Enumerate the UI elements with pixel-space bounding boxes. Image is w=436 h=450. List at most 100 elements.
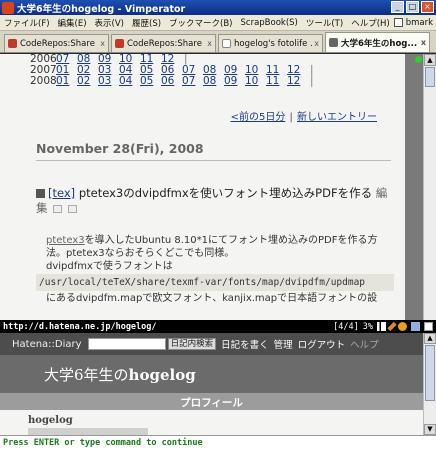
maximize-button[interactable]: □ [406, 1, 419, 13]
menu-tools[interactable]: ツール(T) [302, 17, 347, 29]
entry-body: ptetex3を導入したUbuntu 8.10*1にてフォント埋め込みのPDFを… [36, 234, 394, 305]
archive-month-link[interactable]: 01 [56, 76, 77, 87]
signal-icon [377, 322, 386, 331]
menu-bar: ファイル(F) 編集(E) 表示(V) 履歴(S) ブックマーク(B) Scra… [0, 15, 436, 31]
entry-para2: dvipdfmxで使うフォントは [46, 261, 173, 272]
truncated-text [28, 428, 148, 435]
lower-scrollbar[interactable]: ▲ ▼ [423, 333, 436, 435]
menu-view[interactable]: 表示(V) [91, 17, 128, 29]
menu-scrapbook[interactable]: ScrapBook(S) [237, 18, 302, 28]
tab-coderepos-2[interactable]: CodeRepos:Share ... x [111, 34, 216, 52]
bookmark-icon[interactable] [53, 205, 63, 213]
archive-row: 2008 01 02 03 04 05 06 07 08 09 10 11 12 | [30, 76, 314, 87]
entry-para1: を導入したUbuntu 8.10*1にてフォント埋め込みのPDFを作る方法。pt… [46, 235, 378, 259]
blog-title-banner: 大学6年生のhogelog [0, 355, 423, 393]
scroll-thumb[interactable] [425, 345, 435, 401]
addon-icon [398, 322, 407, 331]
menu-edit[interactable]: 編集(E) [54, 17, 91, 29]
status-url: http://d.hatena.ne.jp/hogelog/ [3, 321, 157, 332]
status-indicator-icon [415, 56, 422, 63]
bmark-label: bmark [405, 17, 434, 28]
menu-history[interactable]: 履歴(S) [128, 17, 165, 29]
tab-close-icon[interactable]: x [207, 39, 212, 48]
newer-entries-link[interactable]: 新しいエントリー [297, 112, 377, 123]
sidebar-user-heading[interactable]: hogelog [28, 415, 73, 426]
blog-page: 2006 07 08 09 10 11 12 | 2007 01 02 03 04 05 06 07 08 09 1… [0, 54, 405, 320]
lower-browser-pane[interactable]: Hatena::Diary 日記内検索 日記を書く 管理 ログアウト ヘルプ 大… [0, 333, 423, 435]
minimize-button[interactable]: _ [391, 1, 404, 13]
archive-month-link[interactable]: 06 [161, 76, 182, 87]
load-progress: 3% [362, 321, 373, 332]
scroll-up-arrow-icon[interactable]: ▲ [424, 54, 436, 66]
blog-title[interactable]: 大学6年生のhogelog [44, 364, 196, 385]
entry-date-heading: November 28(Fri), 2008 [36, 141, 391, 161]
archive-year: 2008 [30, 75, 57, 87]
hatena-favicon-icon [329, 38, 338, 47]
sidebar-area: hogelog [0, 410, 423, 435]
share-icon[interactable] [67, 205, 77, 213]
tab-hogelog[interactable]: 大学6年生のhog... x [325, 32, 430, 52]
hatena-links: 日記を書く 管理 ログアウト ヘルプ [221, 337, 379, 351]
coderepos-favicon-icon [8, 39, 17, 48]
entry-para3: にあるdvipdfm.mapで欧文フォント、kanjix.mapで日本語フォント… [46, 293, 378, 304]
scroll-thumb[interactable] [425, 67, 435, 87]
coderepos-favicon-icon [115, 39, 124, 48]
bmark-menu[interactable]: bmark [393, 17, 436, 28]
menu-bookmarks[interactable]: ブックマーク(B) [165, 17, 236, 29]
monthly-archive: 2006 07 08 09 10 11 12 | 2007 01 02 03 04 05 06 07 08 09 1… [30, 54, 314, 87]
prev-days-link[interactable]: <前の5日分 [231, 112, 286, 123]
square-bullet-icon [36, 189, 45, 198]
window-controls: _ □ × [391, 1, 434, 13]
hatena-toolbar: Hatena::Diary 日記内検索 日記を書く 管理 ログアウト ヘルプ [0, 333, 423, 355]
archive-month-link[interactable]: 05 [140, 76, 161, 87]
tab-close-icon[interactable]: x [314, 39, 319, 48]
window-title: 大学6年生のhogelog - Vimperator [17, 3, 186, 15]
archive-separator: | [310, 75, 314, 87]
archive-month-link[interactable]: 02 [77, 76, 98, 87]
help-link[interactable]: ヘルプ [350, 337, 379, 351]
archive-month-link[interactable]: 07 [182, 76, 203, 87]
archive-month-link[interactable]: 11 [266, 76, 287, 87]
bookmark-icon [393, 18, 403, 27]
diary-search-button[interactable]: 日記内検索 [167, 338, 217, 350]
page-icon [411, 322, 420, 331]
entry-title-text: ptetex3のdvipdfmxを使いフォント埋め込みPDFを作る [78, 186, 373, 200]
category-link[interactable]: [tex] [48, 186, 75, 200]
archive-month-link[interactable]: 12 [287, 76, 308, 87]
tab-fotolife[interactable]: hogelog's fotolife ... x [218, 34, 323, 52]
scroll-up-arrow-icon[interactable]: ▲ [424, 333, 436, 344]
archive-month-link[interactable]: 03 [98, 76, 119, 87]
ptetex3-link[interactable]: ptetex3 [46, 235, 85, 246]
tab-close-icon[interactable]: x [100, 39, 105, 48]
page-favicon-icon [222, 39, 231, 48]
tab-coderepos-1[interactable]: CodeRepos:Share ... x [4, 34, 109, 52]
write-diary-link[interactable]: 日記を書く [221, 337, 269, 351]
tab-position: [4/4] [333, 321, 359, 332]
archive-month-link[interactable]: 08 [203, 76, 224, 87]
admin-link[interactable]: 管理 [274, 337, 293, 351]
window-title-bar: 大学6年生のhogelog - Vimperator _ □ × [0, 0, 436, 15]
status-right: [4/4] 3% [333, 322, 436, 332]
archive-month-link[interactable]: 09 [224, 76, 245, 87]
upper-browser-pane[interactable]: 2006 07 08 09 10 11 12 | 2007 01 02 03 04 05 06 07 08 09 1… [0, 54, 423, 320]
upper-scrollbar[interactable]: ▲ [415, 54, 436, 320]
tab-close-icon[interactable]: x [421, 38, 426, 47]
diary-search-input[interactable] [87, 338, 166, 350]
pen-icon [387, 321, 397, 332]
entry-title: [tex] ptetex3のdvipdfmxを使いフォント埋め込みPDFを作る … [36, 186, 396, 216]
fontmap-path-code: /usr/local/teTeX/share/texmf-var/fonts/m… [36, 274, 394, 291]
tab-bar: CodeRepos:Share ... x CodeRepos:Share ..… [0, 31, 436, 53]
logout-link[interactable]: ログアウト [298, 337, 346, 351]
profile-section-header: プロフィール [0, 393, 423, 410]
vimperator-status-line: http://d.hatena.ne.jp/hogelog/ [4/4] 3% [0, 320, 436, 333]
edit-icon [424, 322, 433, 331]
hatena-diary-logo[interactable]: Hatena::Diary [12, 339, 82, 350]
vimperator-command-line[interactable]: Press ENTER or type command to continue [0, 435, 436, 450]
close-button[interactable]: × [421, 1, 434, 13]
menu-help[interactable]: ヘルプ(H) [347, 17, 394, 29]
entry-navigation: <前の5日分 | 新しいエントリー [230, 112, 377, 123]
archive-month-link[interactable]: 10 [245, 76, 266, 87]
scroll-down-arrow-icon[interactable]: ▼ [424, 424, 436, 435]
menu-file[interactable]: ファイル(F) [0, 17, 54, 29]
archive-month-link[interactable]: 04 [119, 76, 140, 87]
